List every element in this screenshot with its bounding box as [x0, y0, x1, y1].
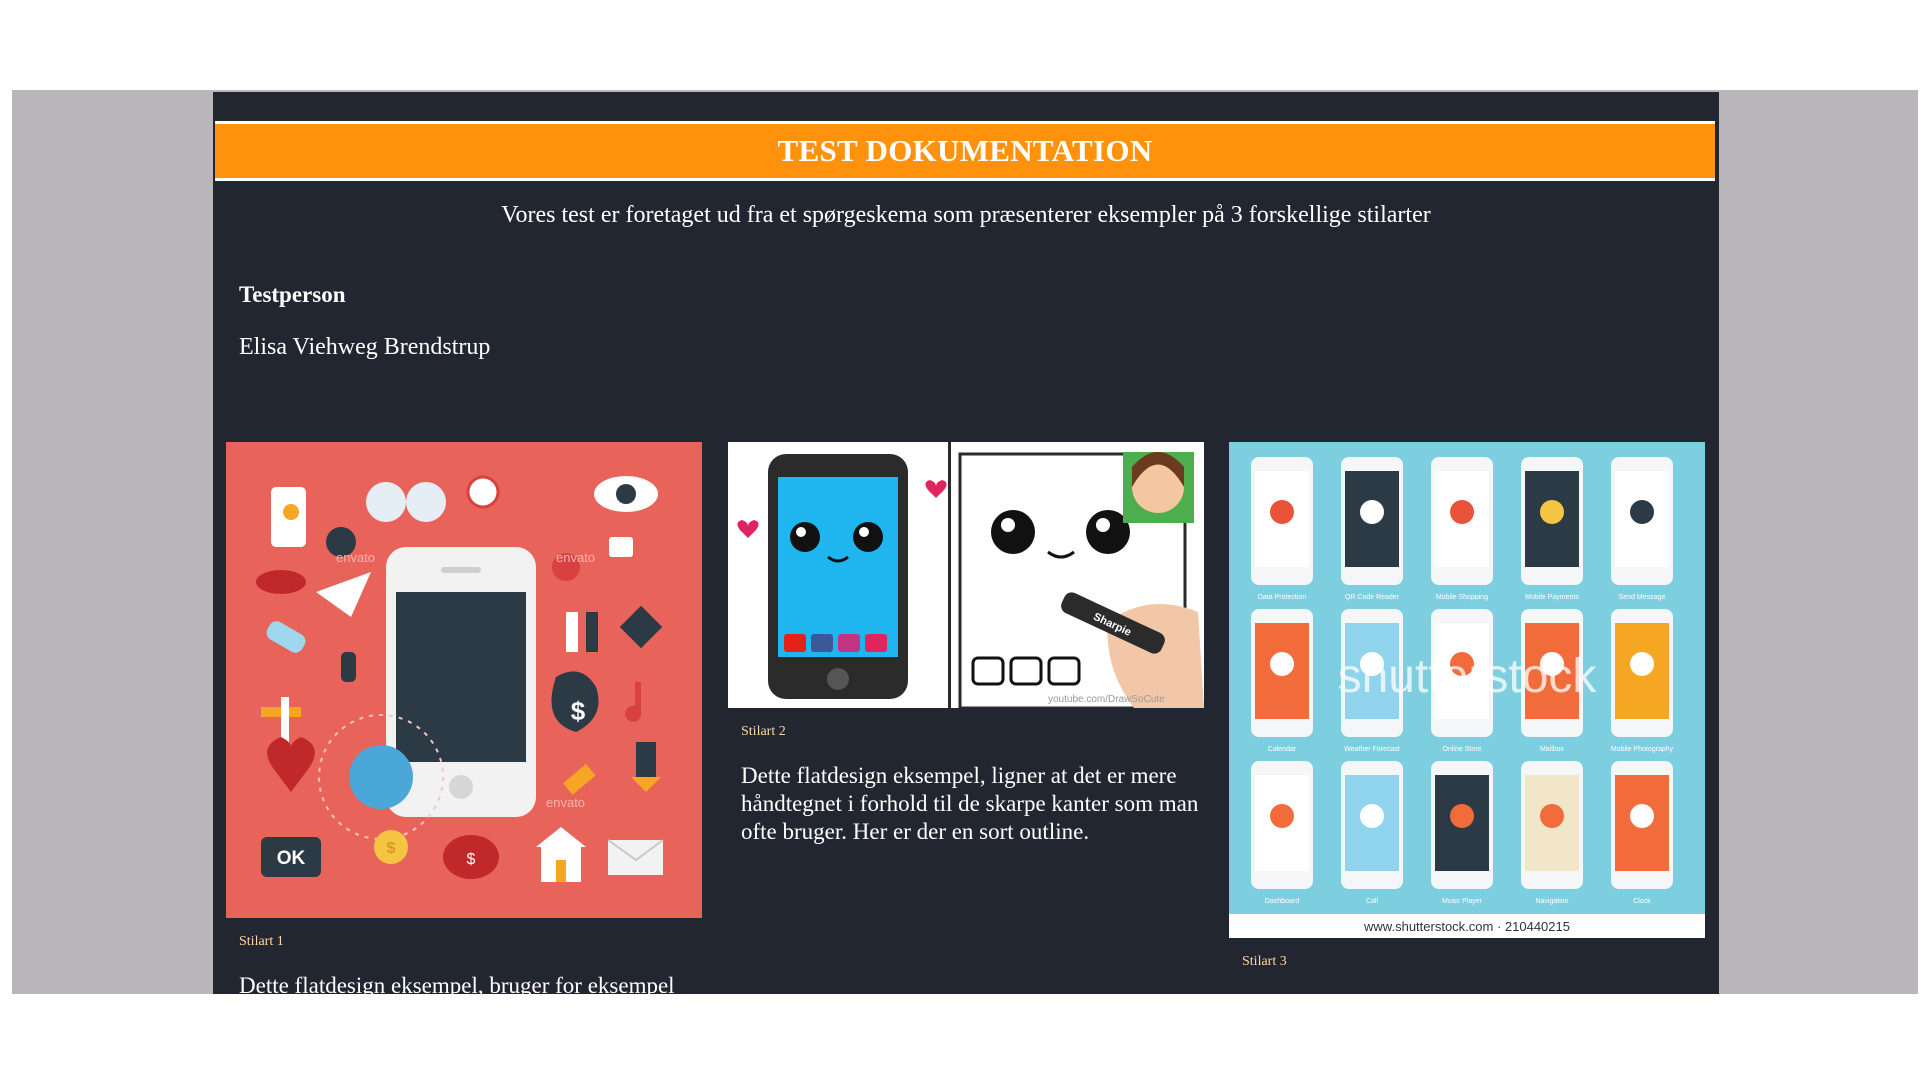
stilart-3-screen-label: Music Player: [1442, 898, 1483, 905]
example-stilart-3: Data Protection QR Code Reader Mobile Shop…: [1229, 442, 1705, 970]
title-banner: TEST DOKUMENTATION: [215, 121, 1715, 181]
stilart-3-screen-label: Weather Forecast: [1344, 746, 1400, 753]
stilart-3-footer: www.shutterstock.com · 210440215: [1363, 919, 1570, 934]
stilart-3-screen-label: Call: [1366, 898, 1379, 905]
stilart-3-screen-label: Mailbox: [1540, 746, 1565, 753]
stilart-1-watermark-1: envato: [336, 550, 375, 565]
stilart-3-screen-graphic: [1630, 804, 1654, 828]
stilart-3-image: Data Protection QR Code Reader Mobile Shop…: [1229, 442, 1705, 938]
stilart-3-screen-graphic: [1360, 500, 1384, 524]
testperson-name: Elisa Viehweg Brendstrup: [239, 334, 491, 360]
stilart-1-watermark-2: envato: [556, 550, 595, 565]
intro-text: Vores test er foretaget ud fra et spørge…: [501, 202, 1431, 228]
stilart-1-caption: Stilart 1: [239, 934, 284, 949]
stilart-3-screen-label: Clock: [1633, 898, 1651, 905]
stilart-3-screen-label: Mobile Photography: [1611, 746, 1674, 753]
stilart-3-screen-graphic: [1270, 500, 1294, 524]
stilart-1-watermark-3: envato: [546, 795, 585, 810]
stilart-1-image: $ OK $ $ envato envato envato: [226, 442, 702, 918]
stilart-3-watermark: shutterstock: [1338, 650, 1598, 703]
stilart-1-piggy-text: $: [467, 851, 476, 868]
stilart-3-screen-graphic: [1450, 500, 1474, 524]
stilart-3-screen-label: Mobile Shopping: [1436, 594, 1488, 601]
stilart-3-screen-label: Data Protection: [1258, 594, 1306, 601]
stilart-3-screen-label: Send Message: [1619, 594, 1666, 601]
stilart-3-screen-graphic: [1540, 804, 1564, 828]
stilart-2-image: Sharpie youtube.com/DrawSoCute: [728, 442, 1204, 708]
stilart-3-screen-label: Calendar: [1268, 746, 1297, 753]
stilart-3-screen-graphic: [1270, 652, 1294, 676]
stilart-3-screen-graphic: [1270, 804, 1294, 828]
stilart-3-screen-graphic: [1450, 804, 1474, 828]
stilart-3-screen-label: Dashboard: [1265, 898, 1299, 905]
stilart-3-screen-label: QR Code Reader: [1345, 594, 1400, 601]
stilart-2-description: Dette flatdesign eksempel, ligner at det…: [741, 763, 1199, 844]
example-stilart-1: $ OK $ $ envato envato envato Stilart 1 …: [226, 442, 702, 994]
document-page: TEST DOKUMENTATION Vores test er foretag…: [213, 92, 1719, 994]
example-stilart-2: Sharpie youtube.com/DrawSoCute Stilart 2…: [728, 442, 1204, 846]
stilart-3-screen-graphic: [1630, 652, 1654, 676]
stilart-1-ok-text: OK: [277, 848, 306, 869]
stilart-1-dollar-text: $: [571, 696, 586, 726]
stilart-3-screen-label: Online Store: [1443, 746, 1482, 753]
stilart-2-caption: Stilart 2: [741, 724, 786, 739]
stilart-3-screen-graphic: [1630, 500, 1654, 524]
stilart-3-screen-label: Navigation: [1535, 898, 1568, 905]
stilart-3-screen-graphic: [1540, 500, 1564, 524]
stilart-3-screen-label: Mobile Payments: [1525, 594, 1579, 601]
page-title: TEST DOKUMENTATION: [777, 133, 1153, 168]
stilart-1-coin-text: $: [387, 840, 396, 857]
stilart-2-watermark: youtube.com/DrawSoCute: [1048, 694, 1165, 705]
stilart-3-caption: Stilart 3: [1242, 954, 1287, 969]
testperson-label: Testperson: [239, 282, 346, 307]
stilart-1-description: Dette flatdesign eksempel, bruger for ek…: [239, 973, 675, 994]
browser-viewport: TEST DOKUMENTATION Vores test er foretag…: [12, 90, 1918, 994]
stilart-3-screen-graphic: [1360, 804, 1384, 828]
